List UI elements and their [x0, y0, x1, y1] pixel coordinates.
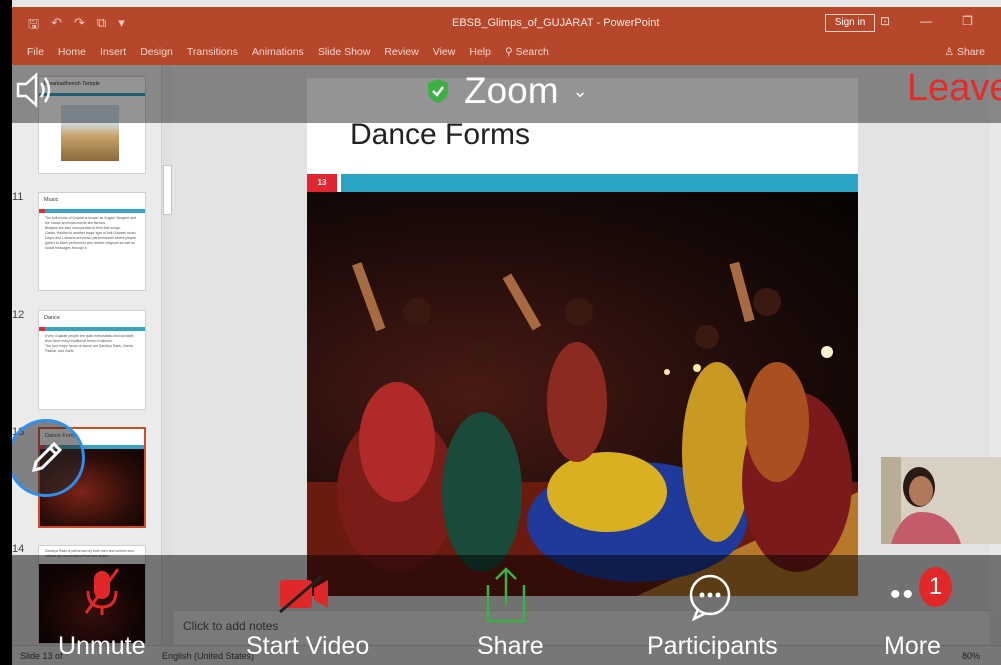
- thumbnail-text: The folk music of Gujarat is known as Su…: [39, 213, 145, 254]
- presentation-icon[interactable]: ⧉: [97, 15, 106, 37]
- thumbnail-line: The folk music of Gujarat is known as Su…: [45, 216, 137, 225]
- slide-number-12: 12: [12, 309, 25, 321]
- share-screen-icon[interactable]: [484, 565, 528, 628]
- share-label: Share: [956, 46, 985, 58]
- tab-help[interactable]: Help: [469, 46, 491, 58]
- current-slide[interactable]: Dance Forms 13: [307, 78, 858, 596]
- scrollbar-thumb[interactable]: [163, 165, 172, 215]
- tab-animations[interactable]: Animations: [252, 46, 304, 58]
- speaker-icon[interactable]: [14, 70, 54, 115]
- search-icon: ⚲: [504, 46, 516, 58]
- ribbon-tabs: File Home Insert Design Transitions Anim…: [12, 39, 1001, 65]
- chevron-down-icon: ⌄: [572, 80, 588, 101]
- participant-video-tile[interactable]: [881, 457, 1001, 544]
- slide-thumbnail-12[interactable]: Dance Every Gujarati people are quite en…: [38, 310, 146, 410]
- chat-bubble-icon[interactable]: [686, 573, 734, 626]
- zoom-meeting-title[interactable]: Zoom ⌄: [426, 70, 588, 112]
- thumbnail-line: Dayro and Lokvarta are music performance…: [45, 236, 137, 250]
- slide-number-badge: 13: [307, 174, 341, 192]
- customize-qat-icon[interactable]: ▾: [118, 15, 125, 37]
- shield-check-icon: [428, 79, 448, 103]
- minimize-icon[interactable]: —: [920, 14, 932, 28]
- unmute-label[interactable]: Unmute: [58, 632, 146, 661]
- slide-title[interactable]: Dance Forms: [350, 118, 530, 152]
- redo-icon[interactable]: ↷: [74, 15, 85, 37]
- tab-design[interactable]: Design: [140, 46, 173, 58]
- leave-button[interactable]: Leave: [907, 67, 1001, 110]
- slide-number-11: 11: [12, 191, 24, 203]
- zoom-app-name: Zoom: [464, 70, 559, 111]
- tab-view[interactable]: View: [433, 46, 456, 58]
- tab-home[interactable]: Home: [58, 46, 86, 58]
- tab-slide-show[interactable]: Slide Show: [318, 46, 371, 58]
- tab-transitions[interactable]: Transitions: [187, 46, 238, 58]
- tab-insert[interactable]: Insert: [100, 46, 126, 58]
- video-off-icon[interactable]: [278, 574, 330, 619]
- window-controls: ⊡ — ❐ ✕: [880, 14, 1001, 28]
- annotate-pen-button[interactable]: [7, 419, 85, 497]
- tab-review[interactable]: Review: [384, 46, 418, 58]
- more-label[interactable]: More: [884, 632, 941, 661]
- slide-number-14: 14: [12, 543, 25, 555]
- save-icon[interactable]: 🖫: [28, 15, 39, 37]
- left-border: [0, 0, 12, 665]
- undo-icon[interactable]: ↶: [51, 15, 62, 37]
- more-dots-icon[interactable]: ••: [890, 578, 915, 612]
- microphone-muted-icon[interactable]: [82, 565, 122, 624]
- notification-badge: 1: [919, 567, 952, 607]
- sign-in-button[interactable]: Sign in: [825, 14, 875, 32]
- thumbnail-line: The four major forms of dance are Dandiy…: [45, 344, 134, 353]
- window-title: EBSB_Glimps_of_GUJARAT - PowerPoint: [452, 17, 660, 29]
- share-button[interactable]: ♙ Share: [945, 46, 985, 58]
- powerpoint-titlebar: 🖫 ↶ ↷ ⧉ ▾ EBSB_Glimps_of_GUJARAT - Power…: [12, 7, 1001, 39]
- search-label: Search: [515, 46, 549, 58]
- thumbnail-title: Dance: [44, 315, 60, 321]
- participants-label[interactable]: Participants: [647, 632, 778, 661]
- thumbnail-text: Every Gujarati people are quite enthusia…: [39, 331, 145, 357]
- tab-file[interactable]: File: [27, 46, 44, 58]
- dancers-illustration: [307, 261, 858, 596]
- garba-dance-photo[interactable]: [307, 192, 858, 596]
- slide-thumbnail-11[interactable]: Music The folk music of Gujarat is known…: [38, 192, 146, 291]
- person-icon: ♙: [944, 46, 957, 58]
- start-video-label[interactable]: Start Video: [246, 632, 369, 661]
- quick-access-toolbar: 🖫 ↶ ↷ ⧉ ▾: [28, 15, 125, 37]
- pencil-icon: [31, 441, 63, 473]
- thumbnail-title: Music: [44, 197, 59, 203]
- slide-accent-bar: [307, 174, 858, 192]
- maximize-icon[interactable]: ❐: [962, 14, 973, 28]
- share-label[interactable]: Share: [477, 632, 544, 661]
- thumbnail-line: Every Gujarati people are quite enthusia…: [45, 334, 135, 343]
- participant-video-feed: [881, 457, 1001, 544]
- tell-me-search[interactable]: ⚲ Search: [505, 46, 549, 58]
- ribbon-display-icon[interactable]: ⊡: [880, 14, 890, 28]
